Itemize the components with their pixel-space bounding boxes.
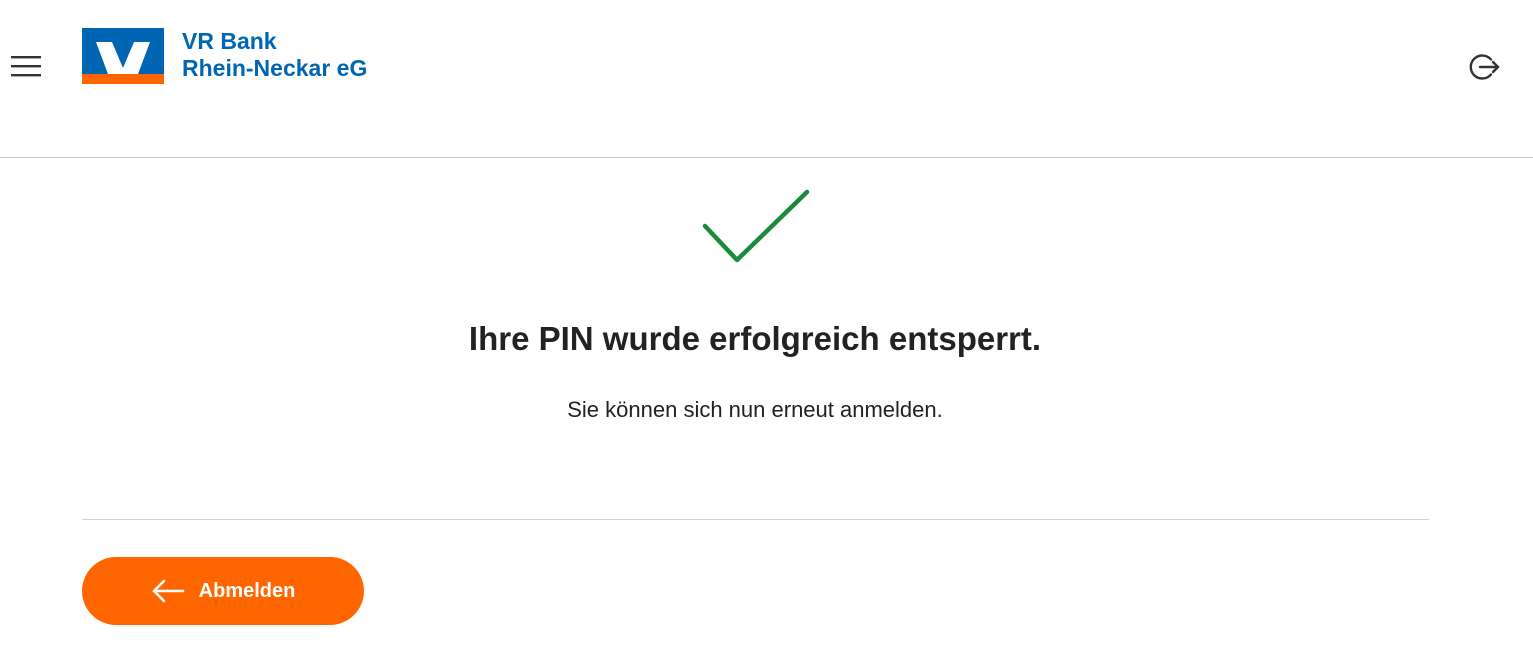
page-title: Ihre PIN wurde erfolgreich entsperrt. bbox=[468, 320, 1042, 357]
arrow-left-icon bbox=[152, 579, 184, 603]
volksbank-logo-icon bbox=[82, 28, 164, 84]
menu-button[interactable] bbox=[6, 46, 46, 86]
logo-text: VR Bank Rhein-Neckar eG bbox=[182, 28, 367, 82]
logout-icon bbox=[1469, 54, 1500, 80]
checkmark-icon bbox=[702, 189, 810, 263]
logout-icon-button[interactable] bbox=[1462, 45, 1506, 89]
header: VR Bank Rhein-Neckar eG bbox=[0, 0, 1533, 158]
logo-text-line1: VR Bank bbox=[182, 28, 277, 54]
hamburger-menu-icon bbox=[11, 56, 41, 77]
logout-button-label: Abmelden bbox=[198, 579, 296, 602]
logo-text-line2: Rhein-Neckar eG bbox=[182, 55, 368, 81]
page-subtitle: Sie können sich nun erneut anmelden. bbox=[567, 397, 943, 422]
bank-logo[interactable]: VR Bank Rhein-Neckar eG bbox=[82, 28, 367, 84]
logout-button[interactable]: Abmelden bbox=[82, 557, 364, 625]
divider bbox=[82, 519, 1429, 520]
